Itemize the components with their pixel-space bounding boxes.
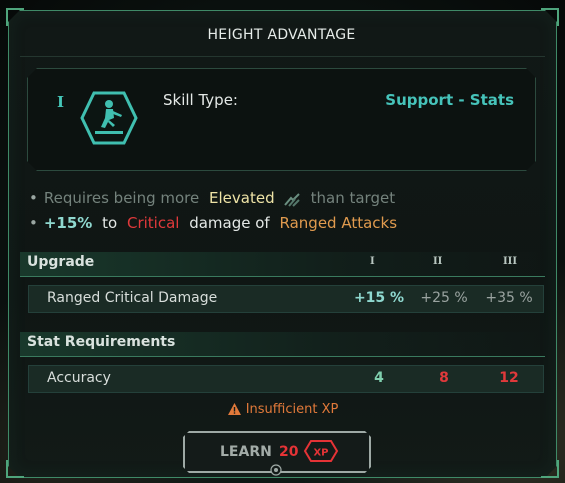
frame-corner [541, 8, 559, 26]
rank-numeral: I [57, 93, 65, 111]
insufficient-xp-warning: Insufficient XP [0, 402, 565, 417]
tier-3-value: +35 % [485, 290, 533, 306]
tier-2-label: II [433, 256, 443, 267]
effect-line-critical: • +15% to Critical damage of Ranged Attac… [29, 214, 398, 232]
button-indicator-icon [270, 464, 282, 476]
bonus-amount: +15% [43, 214, 93, 232]
frame-corner [6, 8, 24, 26]
row-label: Accuracy [47, 370, 111, 386]
upgrade-row: Ranged Critical Damage +15 % +25 % +35 % [28, 285, 544, 313]
warning-icon [227, 403, 241, 415]
effect-line-elevation: • Requires being more Elevated than targe… [29, 189, 396, 207]
learn-cost: 20 [279, 444, 299, 460]
stat-requirements-title: Stat Requirements [27, 334, 176, 350]
divider [20, 56, 545, 57]
keyword-critical: Critical [126, 214, 180, 232]
skill-type-value: Support - Stats [385, 91, 514, 109]
elevation-icon [283, 192, 300, 207]
tier-3-label: III [503, 256, 518, 267]
skill-type-label: Skill Type: [163, 91, 238, 109]
upgrade-header: Upgrade I II III [20, 252, 545, 277]
keyword-ranged-attacks: Ranged Attacks [279, 214, 398, 232]
row-label: Ranged Critical Damage [47, 290, 218, 306]
frame-corner [6, 460, 24, 478]
skill-title: HEIGHT ADVANTAGE [207, 27, 356, 43]
tier-2-requirement: 8 [439, 370, 449, 386]
keyword-elevated: Elevated [209, 189, 275, 207]
upgrade-title: Upgrade [27, 254, 95, 270]
tier-1-label: I [370, 256, 375, 267]
tier-3-requirement: 12 [499, 370, 519, 386]
tier-2-value: +25 % [420, 290, 468, 306]
frame-corner [541, 460, 559, 478]
svg-text:XP: XP [313, 448, 328, 459]
xp-badge-icon: XP [303, 439, 339, 463]
tier-1-requirement: 4 [374, 370, 384, 386]
tier-1-value: +15 % [353, 290, 405, 306]
learn-label: LEARN [220, 444, 272, 460]
skill-figure-icon [80, 91, 138, 145]
stat-requirements-header: Stat Requirements [20, 332, 545, 357]
stat-requirement-row: Accuracy 4 8 12 [28, 365, 544, 393]
